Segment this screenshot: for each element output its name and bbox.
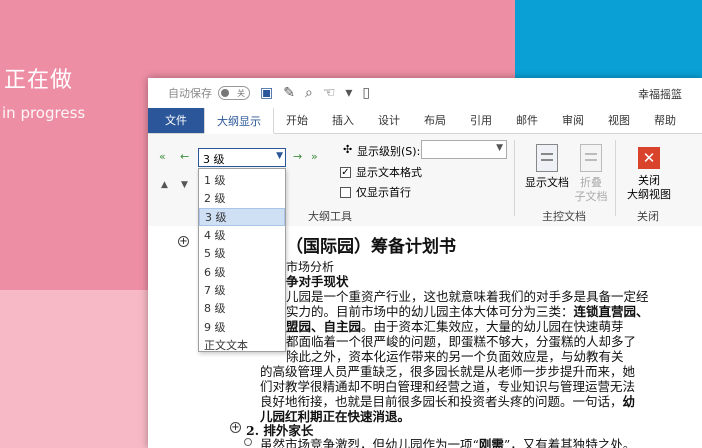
autosave-toggle[interactable]: 关 bbox=[218, 86, 250, 100]
first-line-only-checkbox[interactable]: 仅显示首行 bbox=[340, 184, 411, 200]
customize-toolbar-icon[interactable]: ▾ bbox=[345, 85, 352, 101]
save-icon[interactable]: ▣ bbox=[260, 85, 273, 101]
tab-design[interactable]: 设计 bbox=[366, 107, 412, 133]
subdocument-icon bbox=[580, 144, 602, 172]
checkmark-icon: ✓ bbox=[340, 166, 351, 178]
user-name[interactable]: 幸福摇篮 bbox=[638, 86, 682, 102]
checkbox-box bbox=[340, 186, 351, 198]
group-close: 关闭 bbox=[637, 210, 659, 223]
tab-help[interactable]: 帮助 bbox=[642, 107, 688, 133]
tab-review[interactable]: 审阅 bbox=[550, 107, 596, 133]
outline-expand-icon[interactable]: + bbox=[178, 236, 189, 247]
collapse-label-1: 折叠 bbox=[580, 176, 602, 189]
show-text-format-checkbox[interactable]: ✓ 显示文本格式 bbox=[340, 164, 422, 180]
touch-mode-icon[interactable]: ☜ bbox=[323, 85, 336, 101]
close-icon: ✕ bbox=[638, 147, 660, 169]
level-option-4[interactable]: 4 级 bbox=[199, 226, 285, 244]
level-option-8[interactable]: 8 级 bbox=[199, 299, 285, 317]
para-text: ”，又有着其独特之处。 bbox=[503, 437, 636, 448]
show-level-select[interactable]: ▼ bbox=[421, 140, 507, 159]
expand-icon[interactable]: ✣ bbox=[343, 143, 352, 156]
level-option-5[interactable]: 5 级 bbox=[199, 244, 285, 262]
outline-bullet-icon[interactable] bbox=[244, 438, 252, 446]
para-bold: 刚需 bbox=[478, 437, 504, 448]
level-option-body-text[interactable]: 正文文本 bbox=[199, 336, 285, 354]
group-outline-tools: 大纲工具 bbox=[308, 210, 352, 223]
group-master-document: 主控文档 bbox=[542, 210, 586, 223]
slide-subtitle: in progress bbox=[2, 104, 86, 122]
tab-mailings[interactable]: 邮件 bbox=[504, 107, 550, 133]
tab-file[interactable]: 文件 bbox=[148, 107, 204, 133]
format-painter-icon[interactable]: ✎ bbox=[283, 85, 295, 101]
slide-title: 正在做 bbox=[4, 68, 74, 93]
first-line-only-label: 仅显示首行 bbox=[356, 186, 411, 199]
tab-outline[interactable]: 大纲显示 bbox=[204, 107, 274, 134]
demote-icon[interactable]: → bbox=[293, 150, 302, 163]
tab-references[interactable]: 引用 bbox=[458, 107, 504, 133]
autosave-state: 关 bbox=[237, 88, 245, 98]
para-text: 虽然市场竞争激烈，但幼儿园作为一项“ bbox=[260, 437, 479, 448]
promote-to-heading1-icon[interactable]: « bbox=[159, 150, 166, 163]
ribbon-tabs: 文件 大纲显示 开始 插入 设计 布局 引用 邮件 审阅 视图 帮助 bbox=[148, 107, 702, 134]
tab-view[interactable]: 视图 bbox=[596, 107, 642, 133]
outline-level-dropdown[interactable]: 1 级 2 级 3 级 4 级 5 级 6 级 7 级 8 级 9 级 正文文本 bbox=[198, 168, 286, 352]
para-line: 虽然市场竞争激烈，但幼儿园作为一项“刚需”，又有着其独特之处。 bbox=[260, 434, 635, 448]
level-option-7[interactable]: 7 级 bbox=[199, 281, 285, 299]
tab-layout[interactable]: 布局 bbox=[412, 107, 458, 133]
autosave-label: 自动保存 bbox=[168, 87, 212, 100]
show-document-label: 显示文档 bbox=[525, 176, 569, 189]
tab-home[interactable]: 开始 bbox=[274, 107, 320, 133]
group-separator bbox=[615, 140, 616, 216]
move-down-icon[interactable]: ▼ bbox=[181, 180, 188, 190]
level-option-3[interactable]: 3 级 bbox=[199, 207, 285, 226]
outline-level-combo[interactable]: 3 级 ▼ bbox=[198, 148, 286, 167]
level-option-6[interactable]: 6 级 bbox=[199, 262, 285, 280]
title-bar: 自动保存 关 ▣ ✎ ⌕ ☜ ▾ ▯ 幸福摇篮 bbox=[148, 78, 702, 108]
level-option-9[interactable]: 9 级 bbox=[199, 317, 285, 335]
close-label-2: 大纲视图 bbox=[627, 188, 671, 201]
tab-insert[interactable]: 插入 bbox=[320, 107, 366, 133]
level-option-2[interactable]: 2 级 bbox=[199, 189, 285, 207]
chevron-down-icon: ▼ bbox=[496, 143, 503, 153]
outline-expand-icon[interactable]: + bbox=[230, 422, 241, 433]
document-title: （国际园）筹备计划书 bbox=[286, 237, 456, 257]
group-separator bbox=[514, 140, 515, 216]
level-option-1[interactable]: 1 级 bbox=[199, 171, 285, 189]
collapse-subdocuments-button[interactable]: 折叠 子文档 bbox=[572, 144, 610, 204]
demote-to-body-icon[interactable]: » bbox=[311, 150, 318, 163]
outline-level-value: 3 级 bbox=[203, 153, 225, 166]
move-up-icon[interactable]: ▲ bbox=[161, 180, 168, 190]
close-label-1: 关闭 bbox=[638, 174, 660, 187]
document-icon bbox=[536, 144, 558, 172]
promote-icon[interactable]: ← bbox=[180, 150, 189, 163]
show-level-label: 显示级别(S): bbox=[357, 145, 421, 158]
show-document-button[interactable]: 显示文档 bbox=[523, 144, 571, 190]
show-text-format-label: 显示文本格式 bbox=[356, 166, 422, 179]
slide-accent-block bbox=[515, 0, 702, 80]
print-preview-icon[interactable]: ⌕ bbox=[305, 85, 313, 101]
chevron-down-icon: ▼ bbox=[276, 151, 283, 161]
para-bold: 幼 bbox=[622, 394, 636, 409]
close-outline-view-button[interactable]: ✕ 关闭 大纲视图 bbox=[624, 144, 674, 202]
new-doc-icon[interactable]: ▯ bbox=[362, 85, 370, 101]
collapse-label-2: 子文档 bbox=[574, 190, 608, 203]
